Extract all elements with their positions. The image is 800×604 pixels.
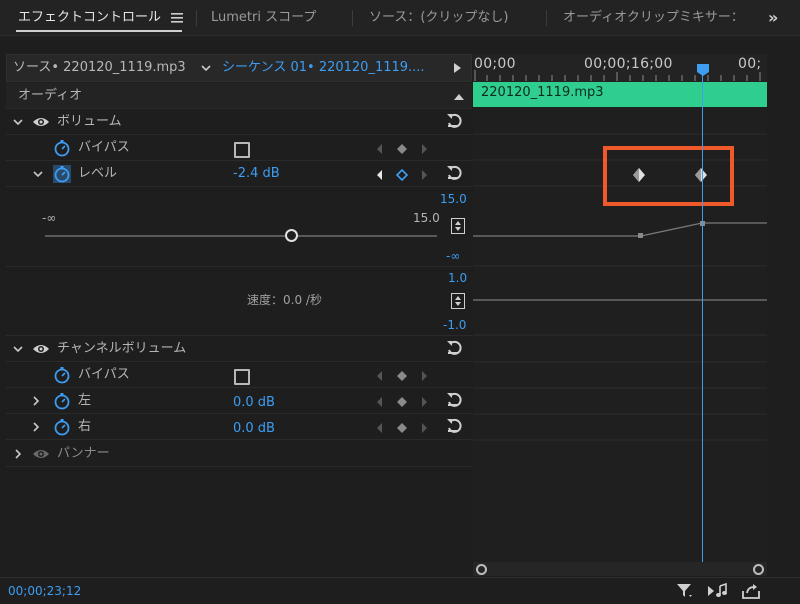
tab-overflow-icon[interactable]: » [768,0,778,36]
filter-icon[interactable] [676,583,694,599]
channel-bypass-label: バイパス [78,367,130,382]
stopwatch-icon[interactable] [53,418,71,436]
level-slider-thumb[interactable] [285,229,299,242]
ruler-label-end: 00; [738,56,762,72]
tab-separator [352,10,353,26]
eye-icon[interactable] [32,115,50,129]
playhead-line[interactable] [702,70,703,562]
timecode-display[interactable]: 00;00;23;12 [8,584,81,598]
stopwatch-active-icon[interactable] [53,165,71,183]
keyframe-navigator[interactable] [376,395,432,409]
tab-source[interactable]: ソース：(クリップなし) [369,0,509,36]
highlight-annotation [603,146,734,206]
channel-right-value[interactable]: 0.0 dB [233,416,275,442]
eye-icon[interactable] [32,447,50,461]
panel-menu-icon[interactable] [170,12,184,24]
level-label: レベル [78,166,118,181]
playhead-handle[interactable] [696,63,710,77]
speed-max-label: 1.0 [448,271,468,285]
fit-graph-icon[interactable] [451,293,465,309]
scroll-handle-right[interactable] [753,564,764,575]
chevron-down-icon[interactable] [12,343,24,355]
slider-min-label: -∞ [42,211,57,225]
audio-section-label: オーディオ [18,88,83,103]
keyframe-navigator[interactable] [376,421,432,435]
keyframe-navigator[interactable] [376,369,432,383]
reset-icon[interactable] [445,417,463,435]
tab-separator [546,10,547,26]
chevron-right-icon[interactable] [30,421,42,433]
export-icon[interactable] [742,583,760,599]
divider [6,266,472,267]
speed-label: 速度：0.0 /秒 [247,293,322,307]
bypass-checkbox[interactable] [234,142,250,158]
level-slider-track[interactable] [45,235,437,237]
keyframe-navigator-level[interactable] [376,168,432,182]
chevron-right-icon[interactable] [30,395,42,407]
play-only-icon[interactable] [452,62,462,74]
clip-name: 220120_1119.mp3 [481,85,604,100]
divider [0,577,800,578]
channel-left-label: 左 [78,393,92,408]
reset-icon[interactable] [445,112,463,130]
channel-right-label: 右 [78,419,92,434]
channel-volume-title: チャンネルボリューム [57,341,187,356]
fit-graph-icon[interactable] [451,218,465,234]
eye-icon[interactable] [32,342,50,356]
chevron-down-icon[interactable] [12,116,24,128]
stopwatch-icon[interactable] [53,392,71,410]
active-tab-underline [16,30,182,32]
bypass-label: バイパス [78,140,130,155]
tab-audio-clip-mixer[interactable]: オーディオクリップミキサー： [563,0,744,36]
chevron-down-icon[interactable] [200,62,212,74]
chevron-down-icon[interactable] [32,168,44,180]
reset-icon[interactable] [445,391,463,409]
panner-title: パンナー [57,446,110,461]
play-audio-icon[interactable] [707,582,729,599]
tab-lumetri-scopes[interactable]: Lumetri スコープ [211,0,316,36]
reset-icon[interactable] [445,164,463,182]
stopwatch-icon[interactable] [53,139,71,157]
tab-separator [196,10,197,26]
source-clip-label: ソース• 220120_1119.mp3 [13,60,186,75]
sequence-clip-label[interactable]: シーケンス 01• 220120_1119.... [222,58,425,78]
timeline-zoom-scrollbar[interactable] [473,562,767,576]
slider-max-label: 15.0 [413,211,440,225]
ruler-label-start: 00;00 [474,56,516,72]
keyframe-navigator[interactable] [376,142,432,156]
level-value[interactable]: -2.4 dB [233,161,280,187]
scroll-handle-left[interactable] [476,564,487,575]
stopwatch-icon[interactable] [53,366,71,384]
chevron-right-icon[interactable] [12,448,24,460]
channel-left-value[interactable]: 0.0 dB [233,390,275,416]
volume-title: ボリューム [57,114,122,129]
graph-max-label: 15.0 [440,192,467,206]
channel-bypass-checkbox[interactable] [234,369,250,385]
reset-icon[interactable] [445,339,463,357]
scroll-up-icon[interactable] [453,91,465,101]
ruler-label-16: 00;00;16;00 [584,56,673,72]
